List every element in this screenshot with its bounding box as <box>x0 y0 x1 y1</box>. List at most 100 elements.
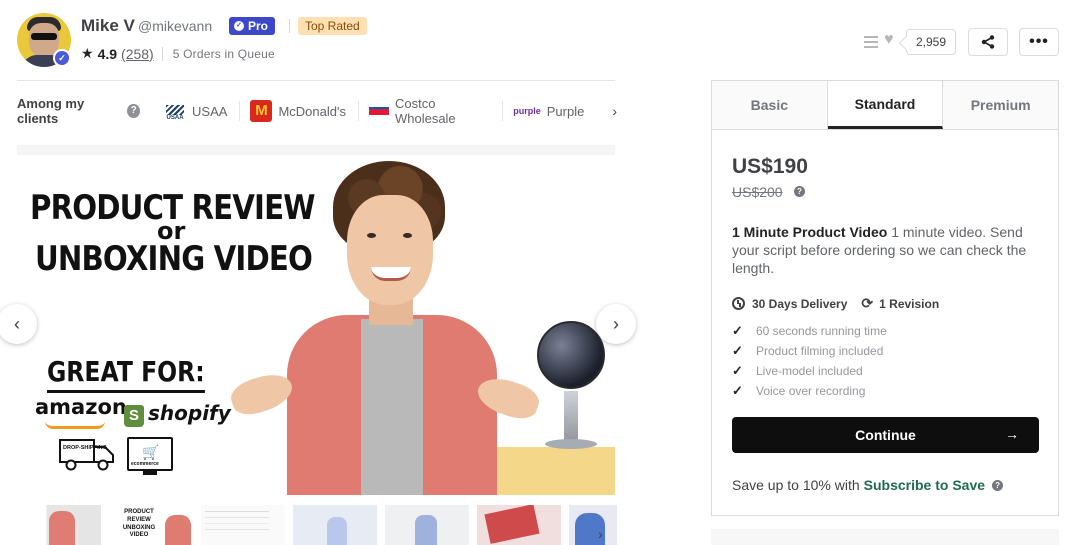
check-icon: ✓ <box>732 323 743 338</box>
save-text: Save up to 10% with <box>732 477 860 493</box>
header-divider <box>17 80 615 81</box>
ecommerce-icon: 🛒 ecommerce <box>127 437 173 475</box>
tab-premium[interactable]: Premium <box>943 81 1058 129</box>
check-icon: ✓ <box>732 383 743 398</box>
ecommerce-text: ecommerce <box>131 461 159 467</box>
chevron-right-icon: › <box>613 313 619 334</box>
client-costco[interactable]: Costco Wholesale <box>368 96 504 126</box>
list-icon[interactable] <box>864 36 878 48</box>
client-mcdonalds[interactable]: M McDonald's <box>250 100 359 122</box>
rating-divider <box>161 46 163 61</box>
client-name: McDonald's <box>278 103 346 119</box>
top-rated-badge: Top Rated <box>298 17 367 35</box>
pro-check-icon: ✓ <box>234 21 244 31</box>
thumbnail[interactable]: PRODUCT REVIEW UNBOXING VIDEO <box>109 505 193 545</box>
thumbnails-next-chevron-icon[interactable]: › <box>598 526 603 542</box>
feature-item: ✓ Live-model included <box>732 361 887 381</box>
gallery-next-button[interactable]: › <box>596 304 636 344</box>
rating-score: 4.9 <box>97 45 118 62</box>
subscribe-help-icon[interactable]: ? <box>992 479 1004 491</box>
purple-logo-icon: purple <box>513 106 541 116</box>
package-old-price: US$200 <box>732 184 783 200</box>
reviews-count-link[interactable]: (258) <box>121 46 154 62</box>
feature-label: Voice over recording <box>756 384 866 398</box>
pro-badge[interactable]: ✓ Pro <box>229 17 276 35</box>
client-name: Purple <box>546 103 585 119</box>
seller-handle: @mikevann <box>138 18 213 34</box>
thumbnail[interactable] <box>569 505 617 545</box>
package-description: 1 Minute Product Video 1 minute video. S… <box>732 223 1042 277</box>
heart-icon[interactable]: ♥ <box>884 31 894 49</box>
tab-basic[interactable]: Basic <box>712 81 828 129</box>
orders-in-queue: 5 Orders in Queue <box>172 46 275 61</box>
continue-label: Continue <box>855 427 916 443</box>
clients-label: Among my clients <box>17 96 85 126</box>
contact-panel-edge <box>711 529 1059 545</box>
package-panel: Basic Standard Premium US$190 US$200 ? 1… <box>711 80 1059 516</box>
gallery-slide-image[interactable]: PRODUCT REVIEW or UNBOXING VIDEO GREAT F… <box>17 155 615 495</box>
usaa-logo-icon: USAA <box>164 101 186 121</box>
truck-text: DROP-SHIPPING <box>63 445 107 451</box>
client-name: Costco Wholesale <box>394 96 456 126</box>
feature-label: 60 seconds running time <box>756 324 887 338</box>
thumbnail[interactable] <box>293 505 377 545</box>
likes-count: 2,959 <box>906 29 957 55</box>
clients-row: Among my clients ? USAA USAA M McDonald'… <box>17 96 617 126</box>
pro-badge-label: Pro <box>248 19 269 33</box>
avatar-glasses <box>31 33 57 40</box>
thumbnail[interactable] <box>477 505 561 545</box>
revisions-count: 1 Revision <box>879 296 940 311</box>
clock-icon <box>732 297 745 310</box>
continue-button[interactable]: Continue → <box>732 417 1039 453</box>
clients-next-chevron-icon[interactable]: › <box>612 103 617 119</box>
star-icon: ★ <box>81 45 94 61</box>
thumbnail[interactable] <box>385 505 469 545</box>
tab-standard[interactable]: Standard <box>827 81 944 129</box>
delivery-time: 30 Days Delivery <box>752 296 848 311</box>
feature-label: Live-model included <box>756 364 863 378</box>
package-price: US$190 <box>732 155 808 178</box>
share-button[interactable] <box>968 28 1008 56</box>
amazon-smile-icon <box>45 421 105 429</box>
arrow-right-icon: → <box>1005 426 1019 442</box>
globe-base <box>545 439 597 449</box>
subscribe-to-save-link[interactable]: Subscribe to Save <box>864 477 985 493</box>
client-purple[interactable]: purple Purple <box>513 101 596 121</box>
thumbnail[interactable] <box>201 505 285 545</box>
person-face <box>347 195 433 305</box>
shopify-logo: shopify <box>148 401 231 425</box>
amazon-logo: amazon <box>35 395 127 419</box>
desk-shape <box>479 447 615 495</box>
thumbnail[interactable] <box>17 505 101 545</box>
truck-icon: DROP-SHIPPING <box>59 439 114 471</box>
seller-header: ✓ Mike V @mikevann ✓ Pro Top Rated ★ 4.9… <box>17 13 617 69</box>
feature-item: ✓ Product filming included <box>732 341 887 361</box>
globe-icon <box>537 321 605 389</box>
person-tee <box>361 319 423 495</box>
seller-rating: ★ 4.9 (258) 5 Orders in Queue <box>81 45 275 62</box>
more-icon: ••• <box>1029 33 1049 50</box>
help-icon[interactable]: ? <box>127 104 141 118</box>
mcdonalds-logo-icon: M <box>250 100 273 122</box>
person-eye <box>367 233 376 238</box>
price-help-icon[interactable]: ? <box>794 186 805 197</box>
slide-great-for: GREAT FOR: <box>47 355 205 393</box>
check-icon: ✓ <box>732 343 743 358</box>
person-eye <box>403 233 412 238</box>
verified-icon: ✓ <box>53 49 71 67</box>
feature-item: ✓ 60 seconds running time <box>732 321 887 341</box>
share-icon <box>981 35 995 49</box>
seller-name[interactable]: Mike V <box>81 16 135 36</box>
badge-divider <box>289 19 290 33</box>
refresh-icon: ⟳ <box>861 295 874 311</box>
globe-stand <box>564 391 578 445</box>
package-tabs: Basic Standard Premium <box>712 81 1058 130</box>
feature-label: Product filming included <box>756 344 884 358</box>
client-usaa[interactable]: USAA USAA <box>164 101 241 121</box>
more-options-button[interactable]: ••• <box>1019 28 1059 56</box>
package-meta: 30 Days Delivery ⟳ 1 Revision <box>732 295 939 312</box>
package-title: 1 Minute Product Video <box>732 224 888 240</box>
feature-item: ✓ Voice over recording <box>732 381 887 401</box>
gig-gallery: PRODUCT REVIEW or UNBOXING VIDEO GREAT F… <box>17 145 615 495</box>
thumbnail-text: PRODUCT REVIEW UNBOXING VIDEO <box>122 509 156 539</box>
